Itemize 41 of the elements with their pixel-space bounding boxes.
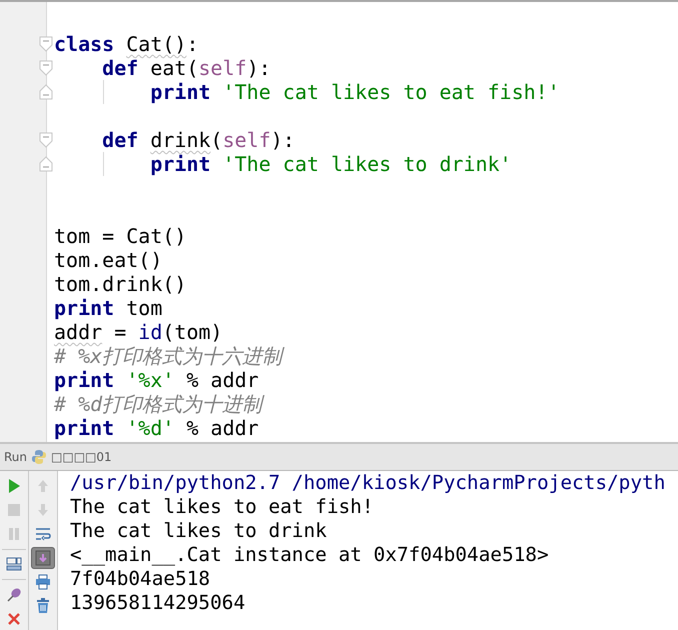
code-line: print '%x' % addr [53,368,259,392]
code-line: print tom [53,296,162,320]
close-icon [6,611,22,628]
scroll-down-icon [35,550,51,566]
code-line: def drink(self): [101,128,295,152]
console-output-line: <__main__.Cat instance at 0x7f04b04ae518> [70,543,550,567]
code-line: class Cat(): [53,32,199,56]
play-icon [6,478,22,494]
code-line: addr = id(tom) [53,320,223,344]
fold-marker-icon[interactable] [39,156,53,172]
trash-icon [35,598,51,614]
code-line: print '%d' % addr [53,416,259,440]
fold-marker-icon[interactable] [39,132,53,148]
code-line: tom.eat() [53,248,162,272]
printer-icon [35,574,51,590]
console-output-line: The cat likes to eat fish! [70,495,375,519]
console-command-line: /usr/bin/python2.7 /home/kiosk/PycharmProjects/pyth [70,471,666,495]
code-line: # %d打印格式为十进制 [53,392,262,416]
code-line: # %x打印格式为十六进制 [53,344,282,368]
code-line: print 'The cat likes to drink' [149,152,512,176]
code-line: tom.drink() [53,272,186,296]
layout-icon [6,556,22,572]
scroll-to-end-button[interactable] [31,547,55,569]
fold-marker-icon[interactable] [39,60,53,76]
run-label: Run [4,450,28,464]
run-config-tab[interactable]: □□□□01 [51,448,112,466]
console-output-line: 139658114295064 [70,591,246,615]
pause-icon [6,526,22,542]
python-logo-icon [31,449,48,465]
code-line: def eat(self): [101,56,271,80]
stop-icon [6,502,22,518]
console-output-line: The cat likes to drink [70,519,328,543]
down-arrow-icon [35,502,51,518]
wrap-icon [35,526,51,542]
code-line: print 'The cat likes to eat fish!' [149,80,560,104]
code-line: tom = Cat() [53,224,186,248]
pin-icon [6,587,22,604]
fold-marker-icon[interactable] [39,36,53,52]
console-output-line: 7f04b04ae518 [70,567,212,591]
up-arrow-icon [35,478,51,494]
fold-marker-icon[interactable] [39,84,53,100]
